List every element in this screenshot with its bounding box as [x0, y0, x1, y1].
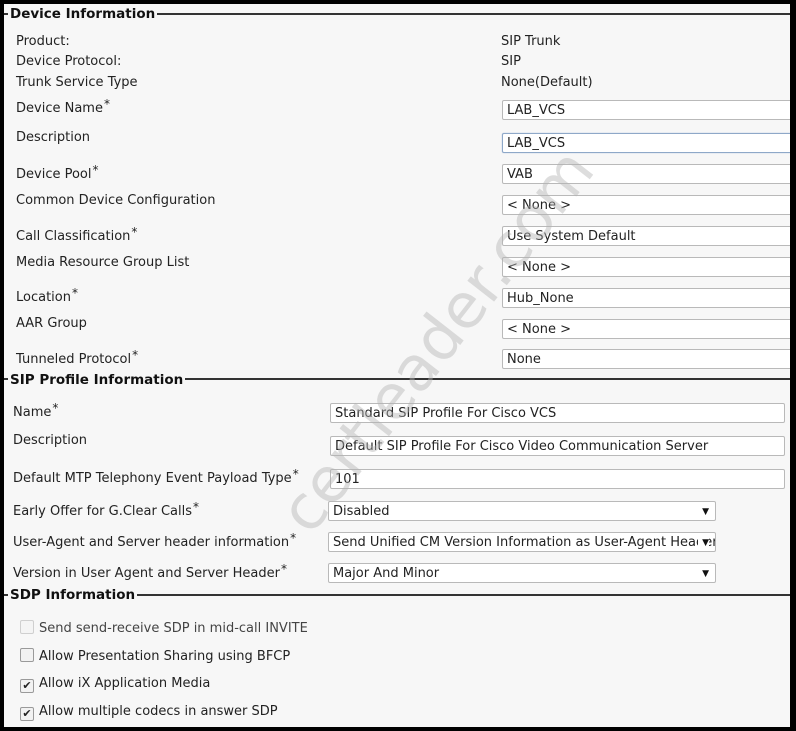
device-information-heading: Device Information [8, 6, 158, 22]
required-marker: * [290, 531, 297, 545]
version-in-user-agent-label-text: Version in User Agent and Server Header [13, 566, 280, 581]
aar-group-select[interactable]: < None > [502, 319, 790, 339]
required-marker: * [193, 500, 200, 514]
allow-ix-application-media-checkbox[interactable]: ✔ [20, 679, 34, 693]
chevron-down-icon: ▼ [702, 569, 709, 579]
default-mtp-payload-type-label: Default MTP Telephony Event Payload Type… [13, 466, 325, 487]
product-label: Product: [16, 34, 70, 49]
required-marker: * [131, 225, 138, 239]
required-marker: * [280, 562, 287, 576]
allow-multiple-codecs-answer-sdp-checkbox[interactable]: ✔ [20, 707, 34, 721]
required-marker: * [132, 348, 139, 362]
required-marker: * [71, 286, 78, 300]
send-send-receive-sdp-checkbox [20, 620, 34, 634]
device-name-label: Device Name* [16, 96, 110, 117]
location-select[interactable]: Hub_None [502, 288, 790, 308]
checkbox-label: Send send-receive SDP in mid-call INVITE [39, 621, 308, 636]
allow-presentation-sharing-bfcp-option[interactable]: Allow Presentation Sharing using BFCP [20, 648, 290, 665]
tunneled-protocol-label: Tunneled Protocol* [16, 347, 138, 368]
tunneled-protocol-label-text: Tunneled Protocol [16, 352, 132, 367]
user-agent-header-info-label-text: User-Agent and Server header information [13, 535, 290, 550]
send-send-receive-sdp-option: Send send-receive SDP in mid-call INVITE [20, 620, 308, 637]
device-name-input[interactable]: LAB_VCS [502, 100, 790, 120]
call-classification-selected-value: Use System Default [507, 229, 636, 244]
common-device-configuration-select[interactable]: < None > [502, 195, 790, 215]
allow-ix-application-media-option[interactable]: ✔ Allow iX Application Media [20, 676, 210, 693]
common-device-configuration-label: Common Device Configuration [16, 193, 216, 208]
call-classification-label: Call Classification* [16, 224, 137, 245]
device-pool-selected-value: VAB [507, 167, 533, 182]
call-classification-label-text: Call Classification [16, 229, 131, 244]
user-agent-header-info-selected-value: Send Unified CM Version Information as U… [333, 535, 716, 550]
version-in-user-agent-label: Version in User Agent and Server Header* [13, 561, 287, 582]
location-label-text: Location [16, 290, 71, 305]
device-pool-label: Device Pool* [16, 162, 99, 183]
checkbox-label: Allow Presentation Sharing using BFCP [39, 649, 291, 664]
location-selected-value: Hub_None [507, 291, 574, 306]
sip-profile-information-heading: SIP Profile Information [8, 372, 186, 388]
media-resource-group-list-label: Media Resource Group List [16, 255, 190, 270]
version-in-user-agent-selected-value: Major And Minor [333, 566, 440, 581]
early-offer-gclear-selected-value: Disabled [333, 504, 390, 519]
allow-presentation-sharing-bfcp-checkbox[interactable] [20, 648, 34, 662]
device-pool-select[interactable]: VAB [502, 164, 790, 184]
aar-group-label: AAR Group [16, 316, 87, 331]
call-classification-select[interactable]: Use System Default [502, 226, 790, 246]
media-resource-group-list-selected-value: < None > [507, 260, 571, 275]
sdp-information-heading: SDP Information [8, 587, 138, 603]
media-resource-group-list-select[interactable]: < None > [502, 257, 790, 277]
required-marker: * [103, 97, 110, 111]
tunneled-protocol-selected-value: None [507, 352, 541, 367]
description-input[interactable]: LAB_VCS [502, 133, 790, 153]
early-offer-gclear-select[interactable]: Disabled ▼ [328, 501, 716, 521]
version-in-user-agent-select[interactable]: Major And Minor ▼ [328, 563, 716, 583]
checkbox-label: Allow iX Application Media [39, 676, 211, 691]
sip-profile-description-label: Description [13, 433, 88, 448]
early-offer-gclear-label: Early Offer for G.Clear Calls* [13, 499, 199, 520]
trunk-service-type-value: None(Default) [501, 75, 593, 90]
early-offer-gclear-label-text: Early Offer for G.Clear Calls [13, 504, 193, 519]
chevron-down-icon: ▼ [698, 533, 709, 551]
aar-group-selected-value: < None > [507, 322, 571, 337]
tunneled-protocol-select[interactable]: None [502, 349, 790, 369]
user-agent-header-info-select[interactable]: Send Unified CM Version Information as U… [328, 532, 716, 552]
sip-trunk-configuration-form: Device Information Product: SIP Trunk De… [4, 4, 790, 727]
required-marker: * [52, 401, 59, 415]
sip-profile-name-label: Name* [13, 400, 58, 421]
sip-profile-name-input[interactable]: Standard SIP Profile For Cisco VCS [330, 403, 785, 423]
checkbox-label: Allow multiple codecs in answer SDP [39, 704, 278, 719]
chevron-down-icon: ▼ [702, 507, 709, 517]
required-marker: * [292, 467, 299, 481]
device-protocol-label: Device Protocol: [16, 54, 122, 69]
device-protocol-value: SIP [501, 54, 521, 69]
device-pool-label-text: Device Pool [16, 167, 92, 182]
common-device-configuration-selected-value: < None > [507, 198, 571, 213]
required-marker: * [92, 163, 99, 177]
device-name-label-text: Device Name [16, 101, 103, 116]
sip-profile-description-input[interactable]: Default SIP Profile For Cisco Video Comm… [330, 436, 785, 456]
product-value: SIP Trunk [501, 34, 561, 49]
sip-profile-name-label-text: Name [13, 405, 52, 420]
user-agent-header-info-label: User-Agent and Server header information… [13, 530, 296, 551]
location-label: Location* [16, 285, 78, 306]
default-mtp-payload-type-label-text: Default MTP Telephony Event Payload Type [13, 471, 292, 486]
trunk-service-type-label: Trunk Service Type [16, 75, 138, 90]
allow-multiple-codecs-answer-sdp-option[interactable]: ✔ Allow multiple codecs in answer SDP [20, 704, 278, 721]
description-label: Description [16, 130, 91, 145]
default-mtp-payload-type-input[interactable]: 101 [330, 469, 785, 489]
